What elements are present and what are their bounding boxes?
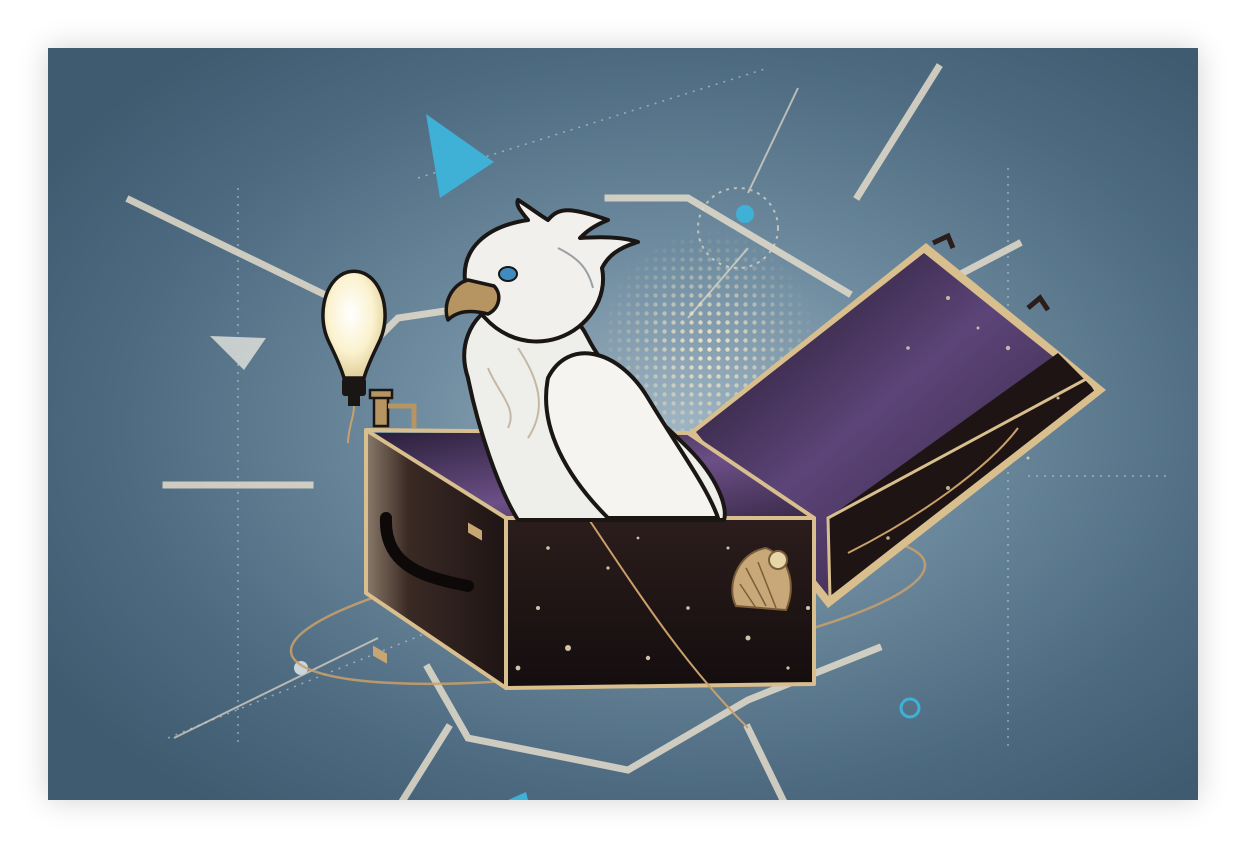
node-dot	[736, 205, 754, 223]
griffin-case-illustration	[48, 48, 1198, 800]
griffin-eye	[498, 266, 518, 282]
illustration-frame	[48, 48, 1198, 800]
